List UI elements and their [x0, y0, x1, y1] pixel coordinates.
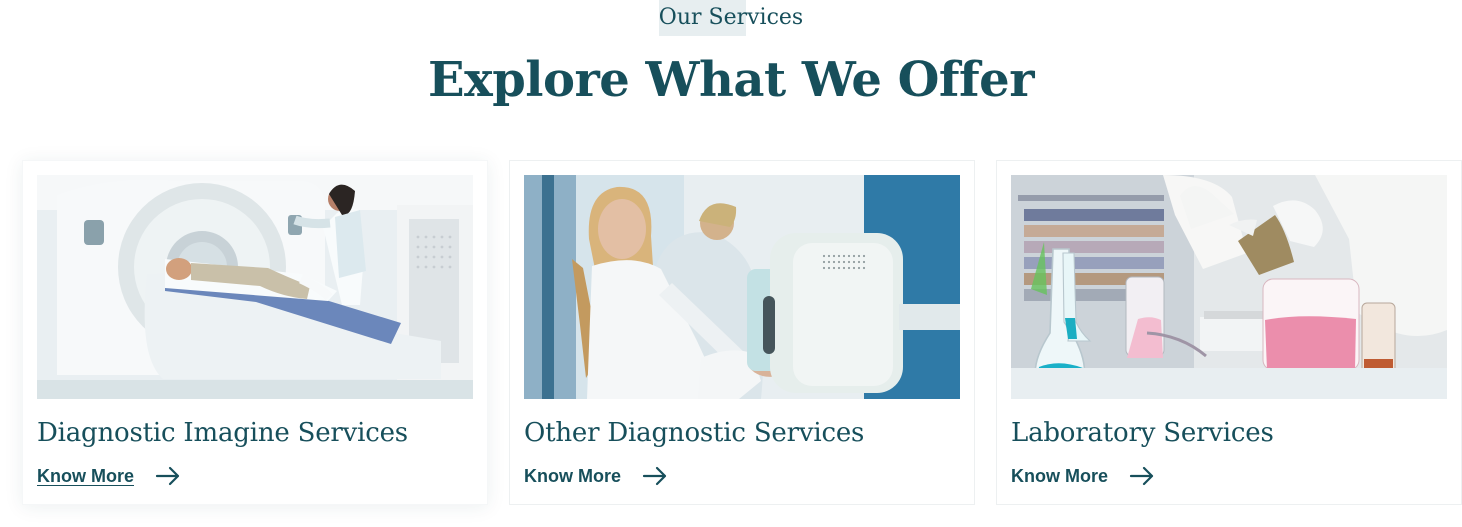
- know-more-link[interactable]: Know More: [524, 465, 668, 487]
- know-more-label: Know More: [524, 466, 621, 486]
- service-title: Laboratory Services: [1011, 418, 1274, 448]
- service-card-laboratory: Laboratory Services Know More: [996, 160, 1462, 505]
- xray-technician-image: [524, 175, 960, 399]
- arrow-right-icon: [155, 465, 181, 487]
- service-card-diagnostic-imaging: Diagnostic Imagine Services Know More: [22, 160, 488, 505]
- know-more-label: Know More: [37, 466, 134, 486]
- know-more-link[interactable]: Know More: [1011, 465, 1155, 487]
- ct-scanner-image: [37, 175, 473, 399]
- laboratory-image: [1011, 175, 1447, 399]
- service-title: Other Diagnostic Services: [524, 418, 865, 448]
- section-title: Explore What We Offer: [427, 52, 1035, 108]
- eyebrow-text: Our Services: [658, 5, 804, 30]
- section-eyebrow: Our Services: [0, 0, 1462, 40]
- know-more-link[interactable]: Know More: [37, 465, 181, 487]
- arrow-right-icon: [1129, 465, 1155, 487]
- service-title: Diagnostic Imagine Services: [37, 418, 408, 448]
- service-card-other-diagnostics: Other Diagnostic Services Know More: [509, 160, 975, 505]
- arrow-right-icon: [642, 465, 668, 487]
- know-more-label: Know More: [1011, 466, 1108, 486]
